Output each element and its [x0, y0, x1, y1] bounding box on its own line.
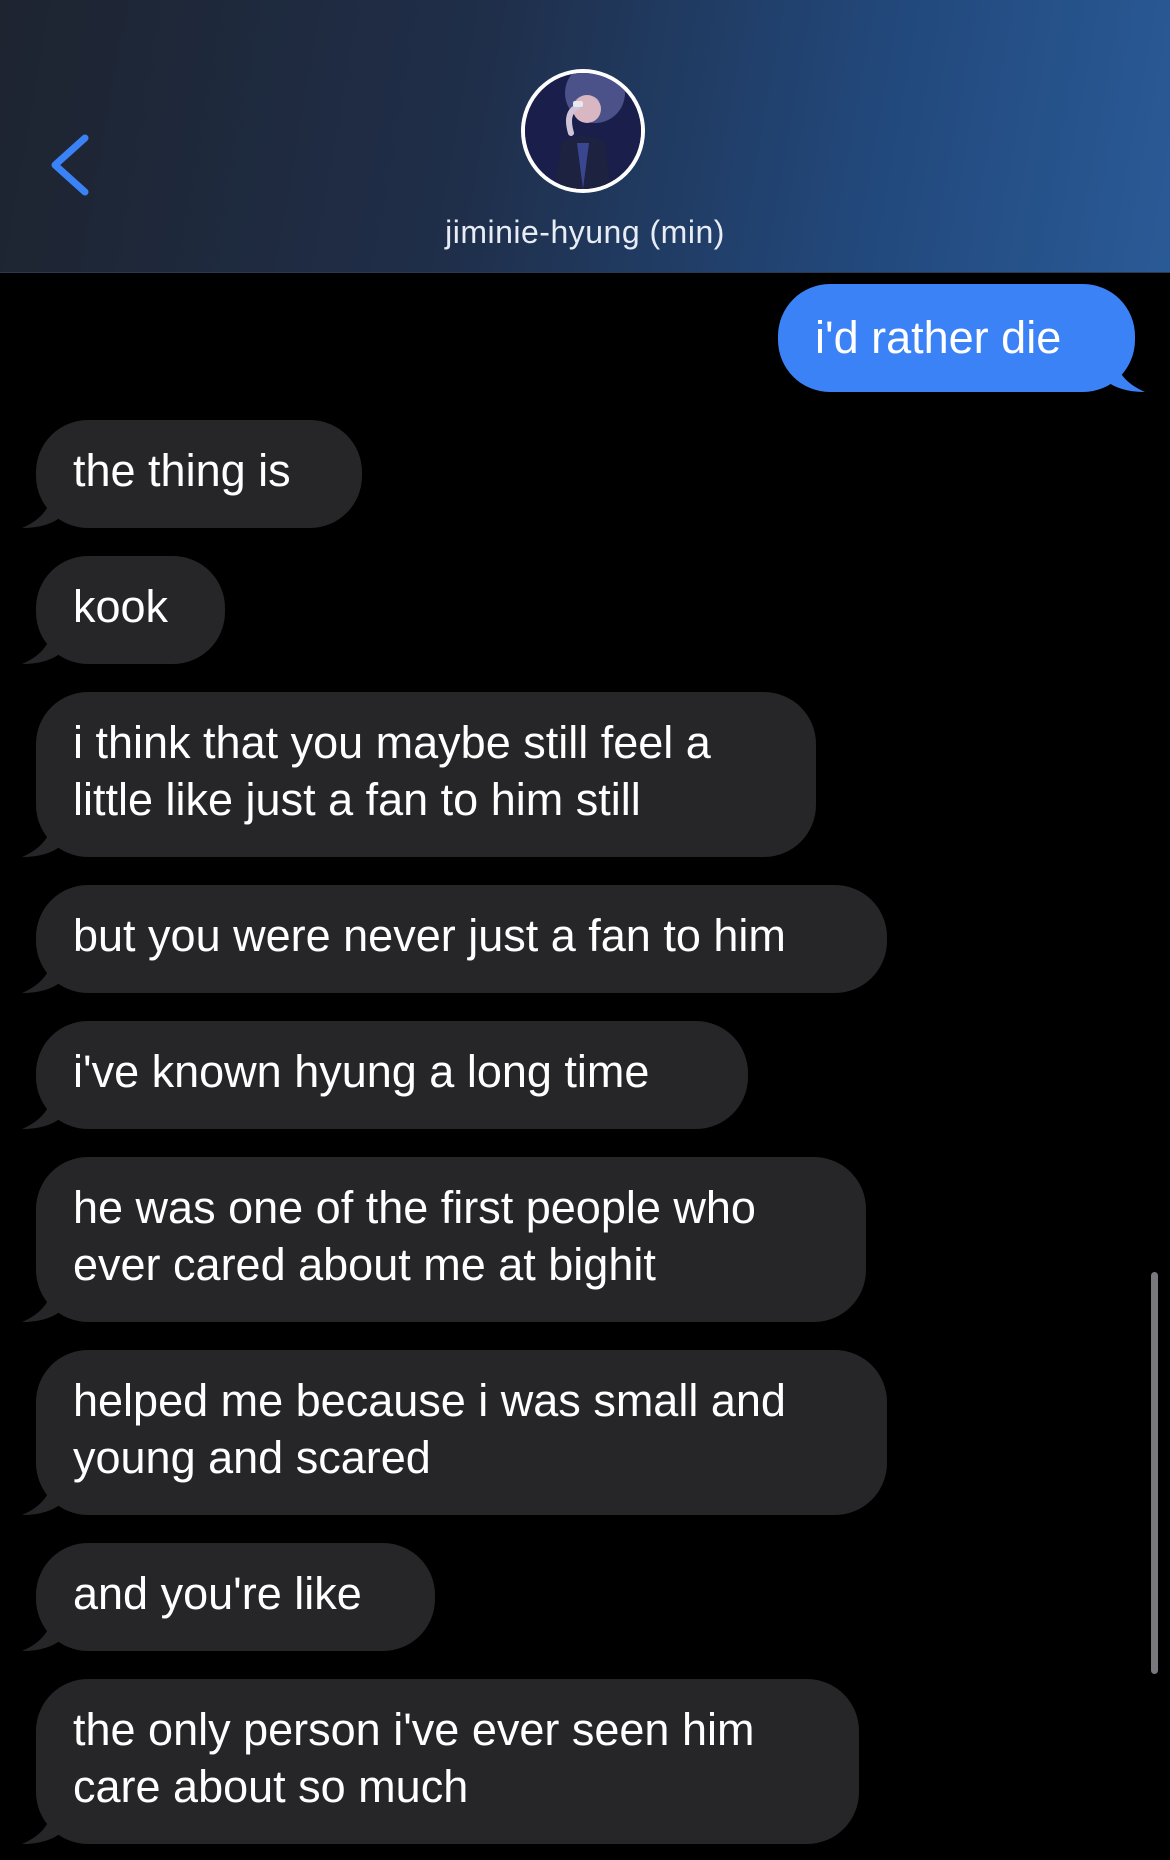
incoming-bubble-tail: [22, 492, 62, 528]
message-text-line: care about so much: [73, 1761, 469, 1812]
incoming-message[interactable]: the thing is: [36, 420, 362, 528]
message-text-line: the only person i've ever seen him: [73, 1704, 755, 1755]
message-text-line: i think that you maybe still feel a: [73, 717, 711, 768]
incoming-bubble-tail: [22, 1479, 62, 1515]
contact-name[interactable]: jiminie-hyung (min): [0, 214, 1170, 251]
incoming-message[interactable]: and you're like: [36, 1543, 435, 1651]
outgoing-message[interactable]: i'd rather die: [778, 284, 1135, 392]
incoming-message[interactable]: kook: [36, 556, 225, 664]
incoming-message[interactable]: i think that you maybe still feel a litt…: [36, 692, 816, 857]
incoming-bubble-tail: [22, 1286, 62, 1322]
incoming-message[interactable]: he was one of the first people who ever …: [36, 1157, 866, 1322]
contact-avatar[interactable]: [521, 69, 645, 193]
incoming-message[interactable]: i've known hyung a long time: [36, 1021, 748, 1129]
incoming-bubble-tail: [22, 821, 62, 857]
avatar-photo: [525, 73, 641, 189]
message-text: i've known hyung a long time: [73, 1046, 650, 1097]
incoming-bubble-tail: [22, 1615, 62, 1651]
message-text-line: little like just a fan to him still: [73, 774, 641, 825]
conversation-header: jiminie-hyung (min): [0, 0, 1170, 273]
back-button[interactable]: [40, 120, 110, 210]
incoming-bubble-tail: [22, 957, 62, 993]
incoming-bubble-tail: [22, 628, 62, 664]
outgoing-bubble-tail: [1105, 356, 1145, 392]
message-text-line: he was one of the first people who: [73, 1182, 756, 1233]
message-text: the thing is: [73, 445, 291, 496]
message-text: kook: [73, 581, 169, 632]
incoming-message[interactable]: helped me because i was small and young …: [36, 1350, 887, 1515]
scrollbar[interactable]: [1151, 1272, 1158, 1674]
message-text: and you're like: [73, 1568, 362, 1619]
message-text-line: helped me because i was small and: [73, 1375, 786, 1426]
message-text-line: ever cared about me at bighit: [73, 1239, 656, 1290]
incoming-bubble-tail: [22, 1093, 62, 1129]
message-text: i'd rather die: [815, 312, 1062, 363]
message-text-line: young and scared: [73, 1432, 431, 1483]
incoming-message[interactable]: but you were never just a fan to him: [36, 885, 887, 993]
chevron-left-icon: [51, 134, 89, 196]
incoming-message[interactable]: the only person i've ever seen him care …: [36, 1679, 859, 1844]
incoming-bubble-tail: [22, 1808, 62, 1844]
message-text: but you were never just a fan to him: [73, 910, 786, 961]
